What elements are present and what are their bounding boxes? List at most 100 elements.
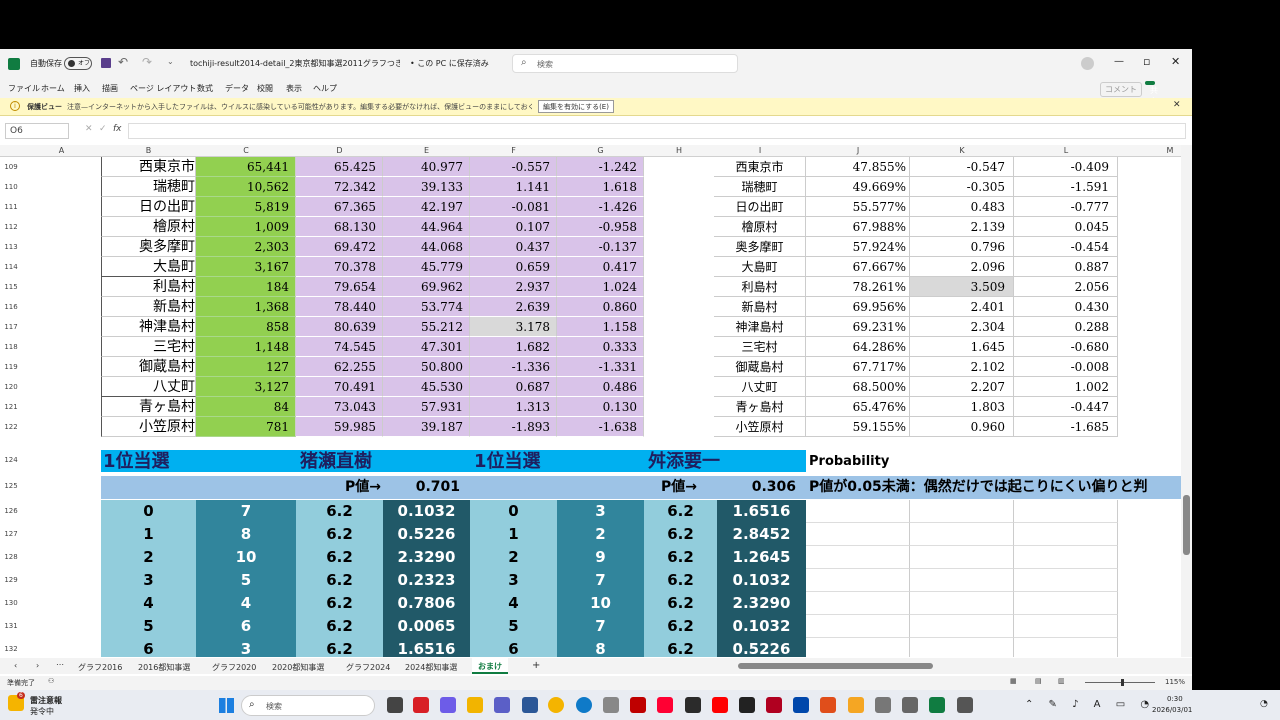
- cell-g[interactable]: 1.158: [557, 317, 644, 337]
- municipality-name-2[interactable]: 御蔵島村: [714, 357, 806, 377]
- poisson-cell-g[interactable]: 6.2: [644, 546, 717, 569]
- store-icon[interactable]: [603, 697, 619, 713]
- empty-cell[interactable]: [806, 500, 910, 523]
- row-number[interactable]: 130: [0, 592, 22, 615]
- municipality-name-2[interactable]: 三宅村: [714, 337, 806, 357]
- poisson-cell-f[interactable]: 2: [557, 523, 644, 546]
- cell-votes[interactable]: 10,562: [196, 177, 296, 197]
- cell-votes[interactable]: 184: [196, 277, 296, 297]
- p-value-2[interactable]: 0.306: [740, 476, 806, 499]
- poisson-cell-f[interactable]: 7: [557, 615, 644, 638]
- sheet-tab[interactable]: 2024都知事選: [405, 662, 457, 673]
- municipality-name[interactable]: 青ヶ島村: [101, 397, 196, 417]
- empty-cell[interactable]: [1014, 546, 1118, 569]
- municipality-name-2[interactable]: 檜原村: [714, 217, 806, 237]
- cell-d[interactable]: 79.654: [296, 277, 383, 297]
- cell-g[interactable]: 0.860: [557, 297, 644, 317]
- municipality-name[interactable]: 日の出町: [101, 197, 196, 217]
- cell-k[interactable]: 1.803: [910, 397, 1014, 417]
- poisson-cell-d[interactable]: 0.0065: [383, 615, 470, 638]
- clock-date[interactable]: 2026/03/01: [1152, 706, 1192, 714]
- poisson-cell-c[interactable]: 6.2: [296, 546, 383, 569]
- empty-cell[interactable]: [910, 638, 1014, 657]
- page-break-icon[interactable]: ▥: [1058, 677, 1065, 685]
- row-number[interactable]: 122: [0, 417, 22, 437]
- cell-e[interactable]: 69.962: [383, 277, 470, 297]
- poisson-cell-b[interactable]: 4: [196, 592, 296, 615]
- cell-l[interactable]: 0.288: [1014, 317, 1118, 337]
- cell-e[interactable]: 44.068: [383, 237, 470, 257]
- chrome-icon[interactable]: [548, 697, 564, 713]
- app-icon-d[interactable]: [522, 697, 538, 713]
- menu-data[interactable]: データ: [225, 83, 249, 94]
- column-header[interactable]: J: [806, 146, 910, 155]
- close-button[interactable]: ✕: [1171, 55, 1180, 68]
- cell-percent[interactable]: 55.577%: [806, 197, 910, 217]
- cell-f[interactable]: 1.313: [470, 397, 557, 417]
- cell-k[interactable]: 0.796: [910, 237, 1014, 257]
- poisson-cell-h[interactable]: 2.3290: [717, 592, 806, 615]
- row-number[interactable]: 113: [0, 237, 22, 257]
- clock-time[interactable]: 0:30: [1167, 695, 1183, 703]
- cell-g[interactable]: -1.426: [557, 197, 644, 217]
- empty-cell[interactable]: [806, 592, 910, 615]
- account-avatar[interactable]: [1081, 57, 1094, 70]
- start-icon[interactable]: [219, 698, 234, 713]
- cell-e[interactable]: 45.530: [383, 377, 470, 397]
- municipality-name-2[interactable]: 瑞穂町: [714, 177, 806, 197]
- cell-e[interactable]: 55.212: [383, 317, 470, 337]
- cell-votes[interactable]: 84: [196, 397, 296, 417]
- municipality-name[interactable]: 瑞穂町: [101, 177, 196, 197]
- column-header[interactable]: F: [470, 146, 557, 155]
- municipality-name[interactable]: 利島村: [101, 277, 196, 297]
- poisson-cell-e[interactable]: 5: [470, 615, 557, 638]
- poisson-cell-a[interactable]: 6: [101, 638, 196, 657]
- cell-percent[interactable]: 67.988%: [806, 217, 910, 237]
- row-number[interactable]: 112: [0, 217, 22, 237]
- cell-d[interactable]: 80.639: [296, 317, 383, 337]
- poisson-cell-b[interactable]: 10: [196, 546, 296, 569]
- cell-percent[interactable]: 68.500%: [806, 377, 910, 397]
- cell-f[interactable]: 3.178: [470, 317, 557, 337]
- cell-g[interactable]: -0.137: [557, 237, 644, 257]
- poisson-cell-d[interactable]: 1.6516: [383, 638, 470, 657]
- cell-k[interactable]: 0.483: [910, 197, 1014, 217]
- cell-g[interactable]: 0.417: [557, 257, 644, 277]
- cell-l[interactable]: -0.008: [1014, 357, 1118, 377]
- edge-icon[interactable]: [576, 697, 592, 713]
- poisson-cell-a[interactable]: 5: [101, 615, 196, 638]
- empty-cell[interactable]: [910, 615, 1014, 638]
- cell-l[interactable]: -0.454: [1014, 237, 1118, 257]
- scroll-thumb[interactable]: [1183, 495, 1190, 555]
- probability-label[interactable]: Probability: [806, 450, 1006, 473]
- column-header[interactable]: K: [910, 146, 1014, 155]
- column-header[interactable]: H: [644, 146, 714, 155]
- poisson-cell-c[interactable]: 6.2: [296, 592, 383, 615]
- empty-cell[interactable]: [806, 615, 910, 638]
- minimize-button[interactable]: —: [1114, 56, 1124, 67]
- cell-g[interactable]: 0.486: [557, 377, 644, 397]
- header-candidate-masuzoe[interactable]: 舛添要一: [644, 450, 806, 473]
- cell-l[interactable]: -1.685: [1014, 417, 1118, 437]
- excel-taskbar-icon[interactable]: [929, 697, 945, 713]
- cell-percent[interactable]: 78.261%: [806, 277, 910, 297]
- cell-percent[interactable]: 67.667%: [806, 257, 910, 277]
- cell-percent[interactable]: 69.956%: [806, 297, 910, 317]
- undo-icon[interactable]: ↶: [118, 55, 128, 69]
- empty-cell[interactable]: [806, 523, 910, 546]
- vertical-scrollbar[interactable]: [1181, 145, 1192, 657]
- poisson-cell-e[interactable]: 1: [470, 523, 557, 546]
- poisson-cell-c[interactable]: 6.2: [296, 638, 383, 657]
- formula-input[interactable]: [128, 123, 1186, 139]
- cell-e[interactable]: 45.779: [383, 257, 470, 277]
- p-value-label-2[interactable]: P値→: [657, 476, 740, 499]
- p-value-row-fill[interactable]: [470, 476, 660, 499]
- cell-d[interactable]: 70.491: [296, 377, 383, 397]
- municipality-name-2[interactable]: 日の出町: [714, 197, 806, 217]
- name-box[interactable]: O6: [5, 123, 69, 139]
- share-button[interactable]: 共有: [1145, 81, 1158, 106]
- column-header[interactable]: A: [22, 146, 101, 155]
- header-first-place-2[interactable]: 1位当選: [470, 450, 644, 473]
- cell-g[interactable]: -0.958: [557, 217, 644, 237]
- cell-f[interactable]: -1.893: [470, 417, 557, 437]
